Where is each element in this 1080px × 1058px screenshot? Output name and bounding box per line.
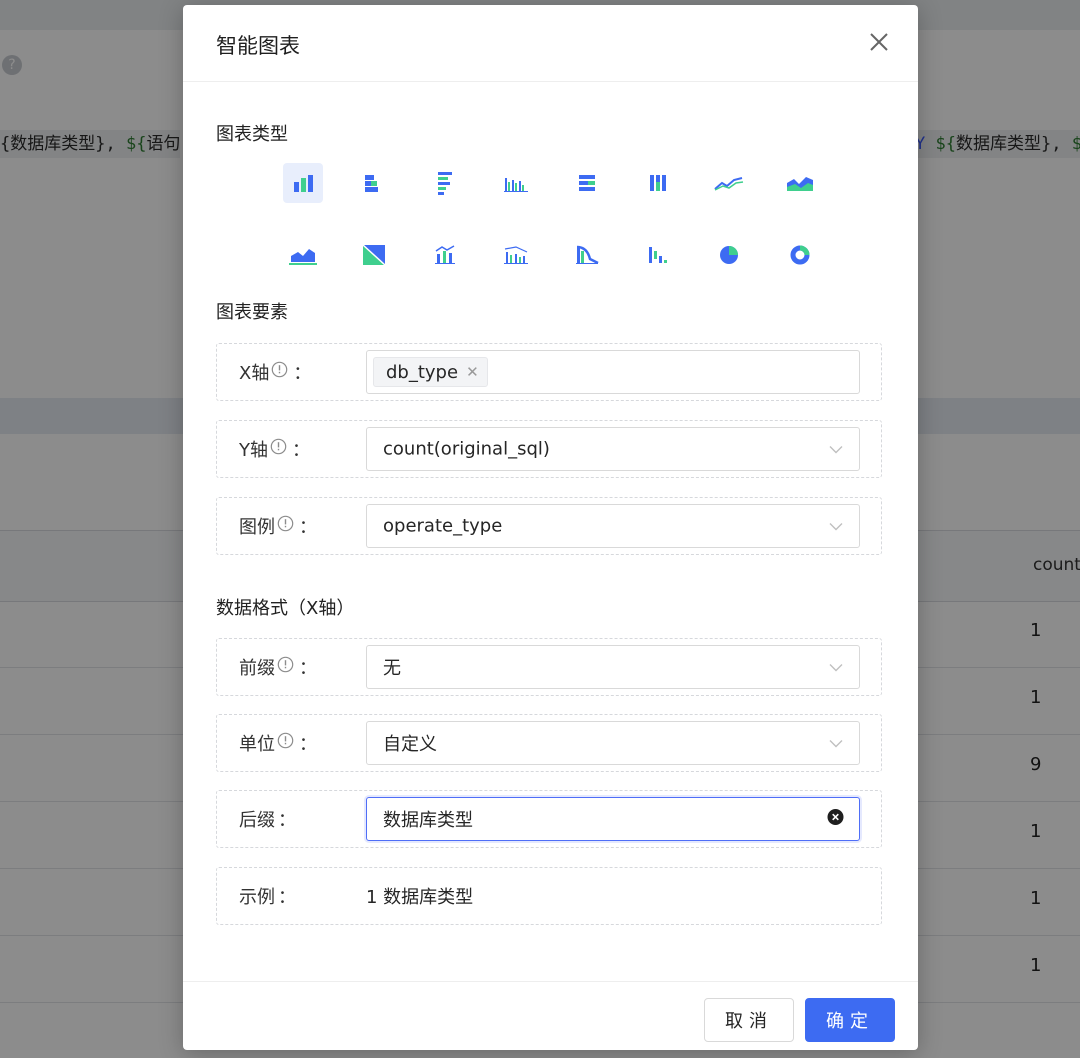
chevron-down-icon xyxy=(829,658,843,677)
unit-row: 单位 ： 自定义 xyxy=(216,714,882,772)
label-colon: ： xyxy=(292,440,310,461)
select-value: operate_type xyxy=(383,515,503,537)
chart-type-dual-axis[interactable] xyxy=(425,235,465,275)
select-value: count(original_sql) xyxy=(383,438,550,460)
chevron-down-icon xyxy=(829,517,843,536)
y-axis-label-text: Y轴 xyxy=(239,440,268,461)
x-axis-label-text: X轴 xyxy=(239,363,270,384)
tag-close-icon[interactable]: ✕ xyxy=(466,363,479,381)
suffix-label: 后缀 ： xyxy=(239,806,296,832)
info-icon[interactable] xyxy=(277,515,294,537)
close-icon xyxy=(870,33,888,51)
horizontal-bar-chart-icon xyxy=(438,172,452,195)
dialog-title: 智能图表 xyxy=(216,34,300,58)
prefix-label: 前缀 ： xyxy=(239,654,317,680)
prefix-label-text: 前缀 xyxy=(239,658,275,679)
info-icon[interactable] xyxy=(277,656,294,678)
confirm-button[interactable]: 确定 xyxy=(805,998,895,1042)
label-colon: ： xyxy=(293,363,312,384)
select-value: 自定义 xyxy=(383,734,437,755)
chevron-down-icon xyxy=(829,440,843,459)
stacked-bar-chart-icon xyxy=(365,175,378,192)
unit-label: 单位 ： xyxy=(239,730,317,756)
cancel-button[interactable]: 取消 xyxy=(704,998,794,1042)
chart-type-area[interactable] xyxy=(283,235,323,275)
y-axis-select[interactable]: count(original_sql) xyxy=(366,427,860,471)
label-colon: ： xyxy=(278,887,296,908)
chart-type-stacked-column[interactable] xyxy=(638,163,678,203)
stacked-horizontal-bar-icon xyxy=(579,175,595,191)
chart-type-donut[interactable] xyxy=(780,235,820,275)
info-icon[interactable] xyxy=(270,438,287,460)
x-axis-label: X轴 ： xyxy=(239,359,311,385)
column-chart-icon xyxy=(294,175,313,192)
chart-type-area-line[interactable] xyxy=(780,163,820,203)
legend-select[interactable]: operate_type xyxy=(366,504,860,548)
chart-type-pie[interactable] xyxy=(709,235,749,275)
prefix-row: 前缀 ： 无 xyxy=(216,638,882,696)
chart-type-column-line[interactable] xyxy=(496,235,536,275)
y-axis-label: Y轴 ： xyxy=(239,436,310,462)
legend-label: 图例 ： xyxy=(239,513,317,539)
chevron-down-icon xyxy=(829,734,843,753)
unit-select[interactable]: 自定义 xyxy=(366,721,860,765)
tag-text: db_type xyxy=(386,361,459,383)
chart-type-section-title: 图表类型 xyxy=(216,124,288,145)
chart-type-waterfall[interactable] xyxy=(638,235,678,275)
x-axis-row: X轴 ： db_type ✕ xyxy=(216,343,882,401)
example-row: 示例 ： 1 数据库类型 xyxy=(216,867,882,925)
example-value: 1 数据库类型 xyxy=(366,887,474,908)
column-line-chart-icon xyxy=(504,246,528,264)
legend-label-text: 图例 xyxy=(239,517,275,538)
waterfall-chart-icon xyxy=(649,247,667,263)
grouped-column-chart-icon xyxy=(504,178,528,192)
label-colon: ： xyxy=(299,734,317,755)
scatter-area-chart-icon xyxy=(362,244,386,266)
chart-type-line[interactable] xyxy=(709,163,749,203)
stacked-column-chart-icon xyxy=(650,175,666,191)
chart-type-horizontal-bar[interactable] xyxy=(425,163,465,203)
dialog-header: 智能图表 xyxy=(183,5,918,82)
dual-axis-chart-icon xyxy=(435,245,455,264)
funnel-line-chart-icon xyxy=(576,245,599,265)
dialog-footer: 取消 确定 xyxy=(183,981,918,1051)
suffix-input[interactable]: 数据库类型 xyxy=(366,797,860,841)
unit-label-text: 单位 xyxy=(239,734,275,755)
info-icon[interactable] xyxy=(271,361,288,383)
suffix-row: 后缀 ： 数据库类型 xyxy=(216,790,882,848)
area-line-chart-icon xyxy=(787,177,813,191)
chart-type-stacked-horizontal-bar[interactable] xyxy=(567,163,607,203)
pie-chart-icon xyxy=(720,246,738,264)
clear-input-icon[interactable] xyxy=(827,809,844,830)
chart-type-grouped-column[interactable] xyxy=(496,163,536,203)
close-button[interactable] xyxy=(868,31,890,53)
chart-elements-section-title: 图表要素 xyxy=(216,302,288,323)
donut-chart-icon xyxy=(790,245,810,265)
example-label-text: 示例 xyxy=(239,887,275,908)
prefix-select[interactable]: 无 xyxy=(366,645,860,689)
example-label: 示例 ： xyxy=(239,883,296,909)
chart-type-funnel-line[interactable] xyxy=(567,235,607,275)
area-chart-icon xyxy=(289,249,317,265)
x-axis-select[interactable]: db_type ✕ xyxy=(366,350,860,394)
suffix-label-text: 后缀 xyxy=(239,810,275,831)
input-value: 数据库类型 xyxy=(383,810,473,831)
x-axis-tag: db_type ✕ xyxy=(373,357,488,387)
chart-type-scatter-area[interactable] xyxy=(354,235,394,275)
label-colon: ： xyxy=(299,517,317,538)
select-value: 无 xyxy=(383,658,401,679)
chart-type-column[interactable] xyxy=(283,163,323,203)
data-format-section-title: 数据格式（X轴） xyxy=(216,598,355,619)
label-colon: ： xyxy=(299,658,317,679)
legend-row: 图例 ： operate_type xyxy=(216,497,882,555)
info-icon[interactable] xyxy=(277,732,294,754)
line-chart-icon xyxy=(714,177,744,191)
chart-type-stacked-bar[interactable] xyxy=(354,163,394,203)
y-axis-row: Y轴 ： count(original_sql) xyxy=(216,420,882,478)
label-colon: ： xyxy=(278,810,296,831)
smart-chart-dialog: 智能图表 图表类型 图表要素 X轴 ： db_type ✕ Y轴 ： count… xyxy=(183,5,918,1050)
